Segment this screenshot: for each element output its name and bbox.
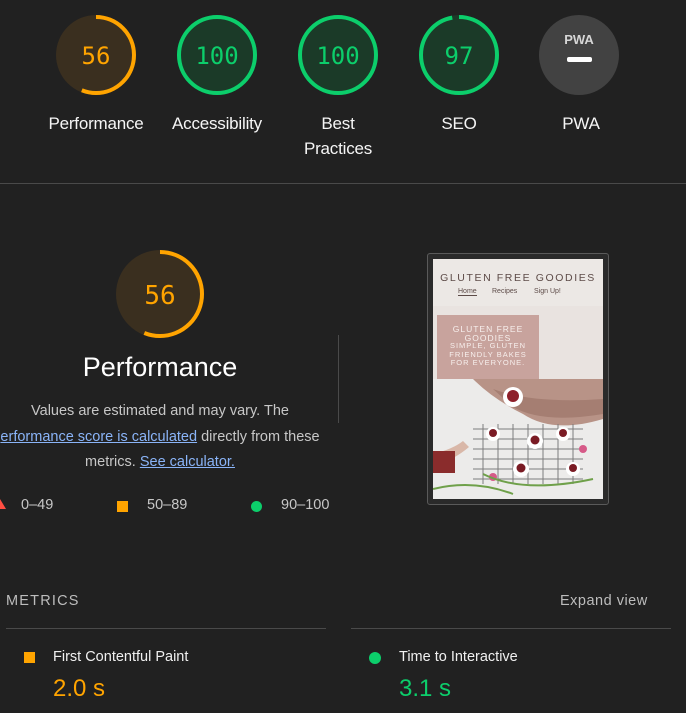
score-ring: 56 <box>116 250 204 338</box>
score-calculation-link[interactable]: erformance score is calculated <box>0 429 197 445</box>
average-square-icon <box>117 501 128 512</box>
metrics-divider <box>351 628 671 629</box>
metrics-divider <box>6 628 326 629</box>
gauge-score: 56 <box>82 42 111 70</box>
desc-text: metrics. <box>85 454 136 470</box>
performance-title: Performance <box>82 352 238 382</box>
metric-name: First Contentful Paint <box>53 649 189 665</box>
hero-text: GLUTEN FREE GOODIES SIMPLE, GLUTEN FRIEN… <box>449 324 527 367</box>
baking-photo-image <box>433 379 603 499</box>
gauge-performance[interactable]: 56 Performance <box>36 13 156 136</box>
metric-value: 2.0 s <box>53 675 106 702</box>
gauge-label: SEO <box>441 114 477 133</box>
gauge-label: Best Practices <box>303 114 373 158</box>
average-square-icon <box>24 652 35 663</box>
hero-photo <box>433 379 603 499</box>
gauge-score: 100 <box>316 42 359 70</box>
fail-triangle-icon <box>0 499 6 509</box>
gauge-accessibility[interactable]: 100 Accessibility <box>157 13 277 136</box>
performance-description: Values are estimated and may vary. The e… <box>0 399 340 476</box>
expand-view-button[interactable]: Expand view <box>560 593 648 609</box>
pass-circle-icon <box>369 652 381 664</box>
site-nav-home: Home <box>458 288 477 296</box>
screenshot-image: GLUTEN FREE GOODIES Home Recipes Sign Up… <box>433 259 603 499</box>
performance-gauge: 56 <box>114 248 206 345</box>
gauge-score: 97 <box>445 42 474 70</box>
section-divider <box>0 183 686 184</box>
see-calculator-link[interactable]: See calculator. <box>140 454 235 470</box>
site-nav-recipes: Recipes <box>492 288 518 295</box>
final-screenshot[interactable]: GLUTEN FREE GOODIES Home Recipes Sign Up… <box>427 253 609 505</box>
gauge-label: PWA <box>562 114 600 133</box>
score-ring: 97 <box>419 15 499 95</box>
score-ring: 100 <box>177 15 257 95</box>
site-nav-signup: Sign Up! <box>534 288 561 295</box>
metric-value: 3.1 s <box>399 675 452 702</box>
desc-text: directly from these <box>201 428 320 445</box>
gauge-score: 100 <box>195 42 238 70</box>
gauge-label: Accessibility <box>172 114 262 133</box>
pwa-badge-icon: PWA <box>539 15 619 95</box>
vertical-divider <box>338 335 339 423</box>
desc-text: Values are estimated and may vary. The <box>31 403 289 419</box>
gauge-pwa[interactable]: PWA PWA <box>521 13 641 136</box>
score-ring: 100 <box>298 15 378 95</box>
legend-fail: 0–49 <box>21 497 54 513</box>
metric-name: Time to Interactive <box>399 649 518 665</box>
pass-circle-icon <box>251 501 262 512</box>
gauge-seo[interactable]: 97 SEO <box>399 13 519 136</box>
score-ring: 56 <box>56 15 136 95</box>
legend-pass: 90–100 <box>281 497 330 513</box>
gauge-label: Performance <box>48 114 144 133</box>
gauge-best-practices[interactable]: 100 Best Practices <box>278 13 398 161</box>
pwa-badge-text: PWA <box>564 32 594 47</box>
site-title: GLUTEN FREE GOODIES <box>440 272 596 284</box>
legend-average: 50–89 <box>147 497 188 513</box>
performance-score: 56 <box>144 281 175 311</box>
metrics-header: METRICS <box>6 593 80 609</box>
